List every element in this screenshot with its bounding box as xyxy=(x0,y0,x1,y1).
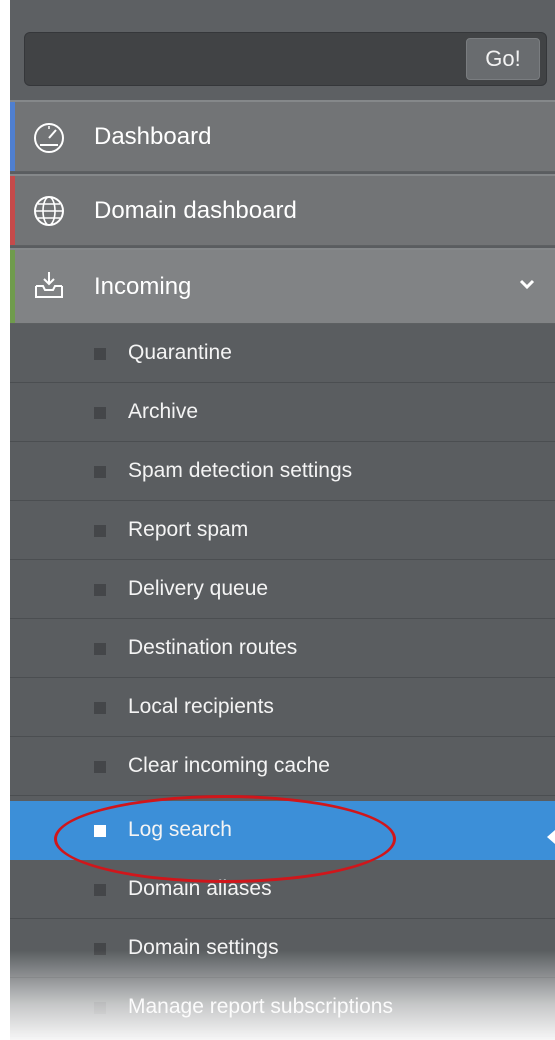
sub-item-clear-incoming-cache[interactable]: Clear incoming cache xyxy=(10,737,555,796)
inbox-download-icon xyxy=(35,272,63,298)
globe-icon xyxy=(34,196,64,226)
bullet-icon xyxy=(94,943,106,955)
sub-item-label: Local recipients xyxy=(128,695,274,718)
nav-item-dashboard[interactable]: Dashboard xyxy=(10,100,555,172)
go-button[interactable]: Go! xyxy=(466,38,540,80)
bullet-icon xyxy=(94,407,106,419)
sub-item-label: Delivery queue xyxy=(128,577,269,600)
gauge-icon xyxy=(34,123,64,153)
sub-item-label: Manage report subscriptions xyxy=(128,995,393,1018)
dashboard-accent xyxy=(10,102,15,171)
sub-item-log-search[interactable]: Log search xyxy=(10,801,555,860)
bullet-icon xyxy=(94,525,106,537)
sub-item-domain-aliases[interactable]: Domain aliases xyxy=(10,860,555,919)
sub-item-label: Archive xyxy=(128,400,199,423)
sub-item-label: Domain settings xyxy=(128,936,279,959)
bullet-icon xyxy=(94,884,106,896)
bullet-icon xyxy=(94,761,106,773)
bullet-icon xyxy=(94,702,106,714)
search-area: Go! xyxy=(10,0,555,100)
search-input[interactable]: Go! xyxy=(24,32,547,86)
sub-item-destination-routes[interactable]: Destination routes xyxy=(10,619,555,678)
sub-item-label: Quarantine xyxy=(128,341,232,364)
sub-item-report-spam[interactable]: Report spam xyxy=(10,501,555,560)
sub-item-domain-settings[interactable]: Domain settings xyxy=(10,919,555,978)
bullet-icon xyxy=(94,584,106,596)
incoming-accent xyxy=(10,250,15,323)
domain-dashboard-accent xyxy=(10,176,15,245)
sub-item-label: Destination routes xyxy=(128,636,298,659)
sub-item-delivery-queue[interactable]: Delivery queue xyxy=(10,560,555,619)
nav-item-incoming[interactable]: Incoming xyxy=(10,248,555,324)
bullet-icon xyxy=(94,825,106,837)
nav-item-label: Domain dashboard xyxy=(94,197,297,224)
sub-item-archive[interactable]: Archive xyxy=(10,383,555,442)
sub-item-local-recipients[interactable]: Local recipients xyxy=(10,678,555,737)
sub-item-manage-report-subscriptions[interactable]: Manage report subscriptions xyxy=(10,978,555,1037)
chevron-down-icon[interactable] xyxy=(517,274,537,294)
sidebar-panel: Go! Dashboard Domain dashboard Incoming … xyxy=(10,0,555,1040)
sub-item-quarantine[interactable]: Quarantine xyxy=(10,324,555,383)
bullet-icon xyxy=(94,1002,106,1014)
bullet-icon xyxy=(94,466,106,478)
sub-item-label: Domain aliases xyxy=(128,877,272,900)
sub-item-label: Clear incoming cache xyxy=(128,754,330,777)
sub-item-label: Report spam xyxy=(128,518,249,541)
nav-item-label: Incoming xyxy=(94,273,192,300)
sub-item-label: Log search xyxy=(128,818,232,841)
nav-item-label: Dashboard xyxy=(94,123,212,150)
bullet-icon xyxy=(94,348,106,360)
sub-item-spam-detection-settings[interactable]: Spam detection settings xyxy=(10,442,555,501)
sub-item-label: Spam detection settings xyxy=(128,459,353,482)
active-caret-icon xyxy=(547,830,555,844)
nav-item-domain-dashboard[interactable]: Domain dashboard xyxy=(10,174,555,246)
bullet-icon xyxy=(94,643,106,655)
